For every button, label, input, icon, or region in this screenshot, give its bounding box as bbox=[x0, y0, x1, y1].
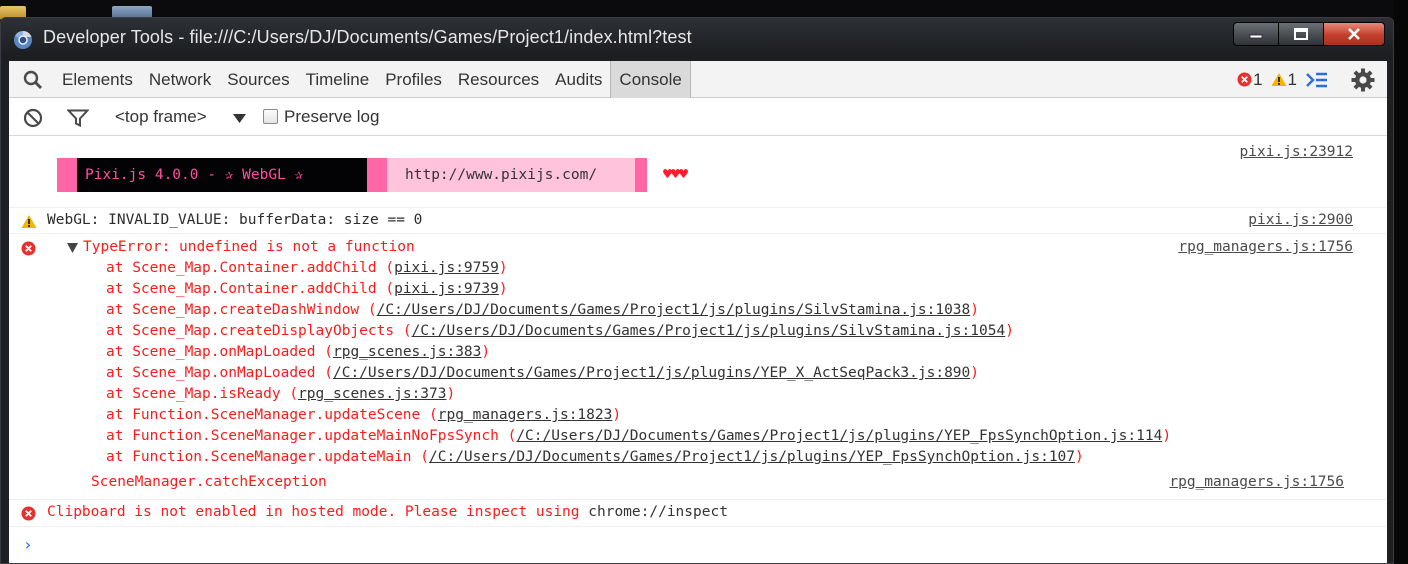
stack-frame-link[interactable]: pixi.js:9759 bbox=[394, 260, 499, 276]
tab-audits[interactable]: Audits bbox=[547, 61, 610, 98]
stack-frame: at Function.SceneManager.updateScene (rp… bbox=[106, 407, 622, 423]
pixi-banner: Pixi.js 4.0.0 - ✰ WebGL ✰ http://www.pix… bbox=[57, 158, 647, 192]
error-icon bbox=[21, 241, 36, 256]
tab-profiles[interactable]: Profiles bbox=[377, 61, 450, 98]
error-text[interactable]: TypeError: undefined is not a function bbox=[83, 239, 415, 255]
expand-triangle-icon[interactable] bbox=[67, 243, 78, 253]
maximize-icon bbox=[1294, 28, 1308, 40]
search-icon[interactable] bbox=[23, 70, 43, 90]
error-text-line: Clipboard is not enabled in hosted mode.… bbox=[47, 504, 728, 520]
banner-url: http://www.pixijs.com/ bbox=[387, 158, 635, 192]
stack-frame-link[interactable]: rpg_scenes.js:373 bbox=[298, 386, 446, 402]
stack-frame-link[interactable]: /C:/Users/DJ/Documents/Games/Project1/js… bbox=[412, 323, 1006, 339]
preserve-log-label: Preserve log bbox=[284, 107, 380, 126]
stack-frame: at Scene_Map.createDisplayObjects (/C:/U… bbox=[106, 323, 1014, 339]
devtools-panel: Elements Network Sources Timeline Profil… bbox=[9, 61, 1387, 563]
stack-frame: at Function.SceneManager.updateMain (/C:… bbox=[106, 449, 1084, 465]
console-message: pixi.js:23912 Pixi.js 4.0.0 - ✰ WebGL ✰ … bbox=[9, 136, 1387, 208]
warning-icon bbox=[1271, 73, 1287, 86]
drawer-toggle-icon[interactable] bbox=[1305, 71, 1329, 89]
stack-frame-link[interactable]: /C:/Users/DJ/Documents/Games/Project1/js… bbox=[516, 428, 1162, 444]
close-icon bbox=[1348, 28, 1360, 40]
console-toolbar: <top frame> Preserve log bbox=[9, 98, 1387, 136]
message-source-link[interactable]: rpg_managers.js:1756 bbox=[1178, 239, 1353, 255]
stack-frame: at Scene_Map.isReady (rpg_scenes.js:373) bbox=[106, 386, 456, 402]
window-title: Developer Tools - file:///C:/Users/DJ/Do… bbox=[43, 27, 692, 47]
main-toolbar: Elements Network Sources Timeline Profil… bbox=[9, 61, 1387, 98]
toolbar-status: 1 1 bbox=[1237, 61, 1375, 98]
stack-frame: at Scene_Map.Container.addChild (pixi.js… bbox=[106, 260, 508, 276]
error-text: Clipboard is not enabled in hosted mode.… bbox=[47, 504, 580, 520]
tab-timeline[interactable]: Timeline bbox=[298, 61, 378, 98]
banner-hearts: ♥♥♥ bbox=[663, 165, 688, 183]
console-error: TypeError: undefined is not a function r… bbox=[9, 234, 1387, 500]
stack-frame-link[interactable]: /C:/Users/DJ/Documents/Games/Project1/js… bbox=[429, 449, 1075, 465]
inspect-link: chrome://inspect bbox=[588, 504, 728, 520]
frame-select[interactable]: <top frame> bbox=[115, 107, 207, 127]
stack-frame-link[interactable]: rpg_scenes.js:383 bbox=[333, 344, 481, 360]
error-count: 1 bbox=[1253, 69, 1263, 89]
tab-network[interactable]: Network bbox=[141, 61, 219, 98]
preserve-log-checkbox[interactable] bbox=[263, 109, 278, 124]
tab-elements[interactable]: Elements bbox=[54, 61, 141, 98]
message-source-link[interactable]: pixi.js:2900 bbox=[1248, 212, 1353, 228]
devtools-window: Developer Tools - file:///C:/Users/DJ/Do… bbox=[0, 17, 1394, 564]
tab-sources[interactable]: Sources bbox=[219, 61, 297, 98]
desktop-edge bbox=[1394, 0, 1408, 564]
stack-frame: at Scene_Map.Container.addChild (pixi.js… bbox=[106, 281, 508, 297]
warning-icon bbox=[21, 215, 37, 228]
error-icon bbox=[21, 506, 36, 521]
console-output: pixi.js:23912 Pixi.js 4.0.0 - ✰ WebGL ✰ … bbox=[9, 136, 1387, 563]
banner-stripe bbox=[57, 158, 77, 192]
stack-frame-link[interactable]: rpg_managers.js:1823 bbox=[438, 407, 613, 423]
title-bar[interactable]: Developer Tools - file:///C:/Users/DJ/Do… bbox=[1, 18, 1393, 58]
banner-stripe bbox=[635, 158, 647, 192]
warning-text: WebGL: INVALID_VALUE: bufferData: size =… bbox=[47, 212, 423, 228]
warning-count: 1 bbox=[1287, 69, 1297, 89]
stack-frame-link[interactable]: pixi.js:9739 bbox=[394, 281, 499, 297]
stack-frame-link[interactable]: /C:/Users/DJ/Documents/Games/Project1/js… bbox=[333, 365, 970, 381]
chrome-devtools-icon bbox=[14, 30, 32, 49]
console-warning: WebGL: INVALID_VALUE: bufferData: size =… bbox=[9, 208, 1387, 234]
message-source-link[interactable]: rpg_managers.js:1756 bbox=[1169, 474, 1344, 490]
banner-title: Pixi.js 4.0.0 - ✰ WebGL ✰ bbox=[77, 158, 367, 192]
tab-resources[interactable]: Resources bbox=[450, 61, 547, 98]
prompt-icon[interactable]: › bbox=[23, 535, 33, 554]
minimize-icon bbox=[1249, 34, 1263, 39]
stack-frame: at Scene_Map.onMapLoaded (/C:/Users/DJ/D… bbox=[106, 365, 979, 381]
banner-stripe bbox=[367, 158, 387, 192]
panel-tabs: Elements Network Sources Timeline Profil… bbox=[54, 61, 691, 98]
message-source-link[interactable]: pixi.js:23912 bbox=[1240, 144, 1354, 160]
console-error: Clipboard is not enabled in hosted mode.… bbox=[9, 500, 1387, 527]
gear-icon[interactable] bbox=[1351, 68, 1375, 92]
stack-frame: at Scene_Map.createDashWindow (/C:/Users… bbox=[106, 302, 979, 318]
window-controls bbox=[1233, 22, 1385, 46]
warning-counter[interactable]: 1 bbox=[1271, 70, 1297, 90]
stack-frame-link[interactable]: /C:/Users/DJ/Documents/Games/Project1/js… bbox=[377, 302, 971, 318]
stack-frame: at Function.SceneManager.updateMainNoFps… bbox=[106, 428, 1172, 444]
error-caller: SceneManager.catchException bbox=[91, 474, 327, 490]
error-counter[interactable]: 1 bbox=[1237, 69, 1263, 90]
stack-frame: at Scene_Map.onMapLoaded (rpg_scenes.js:… bbox=[106, 344, 491, 360]
clear-console-icon[interactable] bbox=[23, 108, 43, 128]
maximize-button[interactable] bbox=[1278, 22, 1324, 46]
tab-console[interactable]: Console bbox=[610, 61, 691, 98]
minimize-button[interactable] bbox=[1233, 22, 1279, 46]
filter-icon[interactable] bbox=[67, 109, 89, 127]
error-icon bbox=[1237, 72, 1252, 87]
close-button[interactable] bbox=[1323, 22, 1385, 46]
dropdown-arrow-icon[interactable] bbox=[233, 114, 246, 123]
